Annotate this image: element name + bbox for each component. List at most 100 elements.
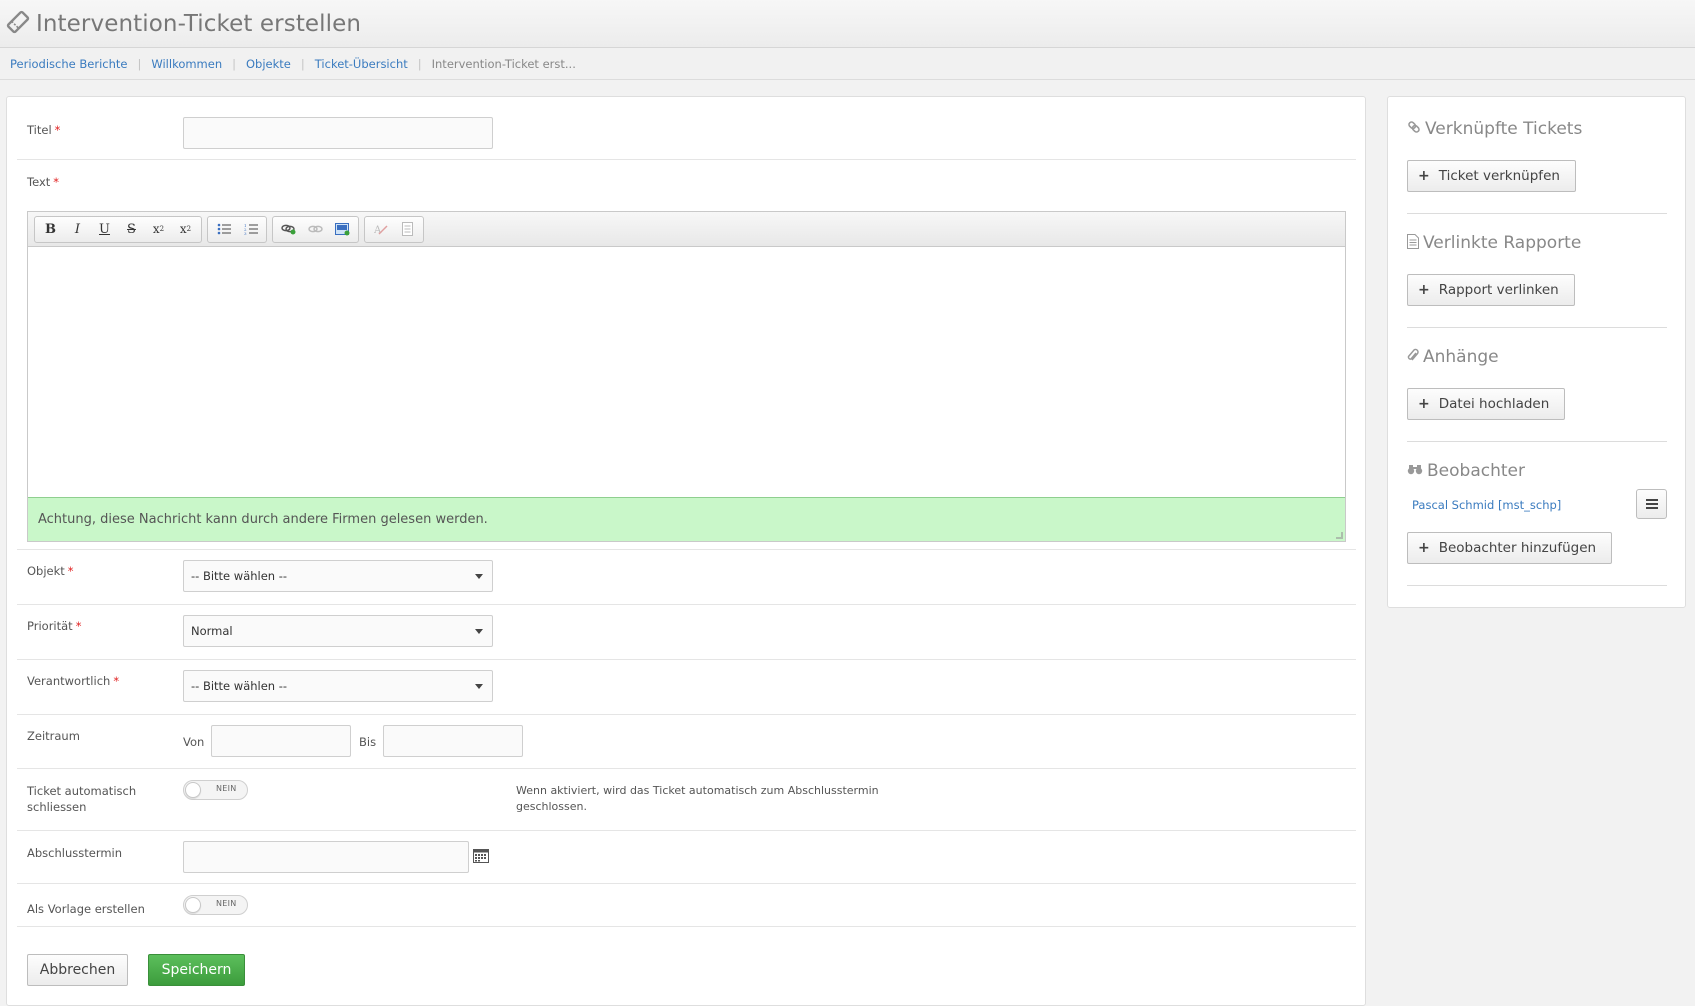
svg-text:3: 3: [244, 231, 247, 235]
binoculars-icon: [1407, 463, 1423, 479]
auto-close-row: Ticket automatisch schliessen NEIN Wenn a…: [17, 769, 1356, 831]
numbered-list-icon[interactable]: 123: [237, 218, 264, 241]
calendar-icon[interactable]: [473, 848, 489, 866]
cancel-button[interactable]: Abbrechen: [27, 954, 128, 986]
linked-reports-title: Verlinkte Rapporte: [1407, 231, 1667, 255]
add-observer-button[interactable]: + Beobachter hinzufügen: [1407, 532, 1613, 564]
toggle-knob: [185, 782, 201, 798]
section-divider: [1407, 327, 1667, 328]
toolbar-group-insert: [272, 215, 359, 243]
object-select-value: -- Bitte wählen --: [191, 569, 288, 583]
upload-file-button[interactable]: + Datei hochladen: [1407, 388, 1566, 420]
priority-select[interactable]: Normal: [183, 615, 493, 647]
hamburger-icon: [1645, 499, 1658, 509]
responsible-label: Verantwortlich *: [27, 674, 120, 688]
svg-text:A: A: [374, 225, 382, 235]
priority-row: Priorität * Normal: [17, 605, 1356, 660]
ticket-sidebar: Verknüpfte Tickets + Ticket verknüpfen Ve…: [1387, 96, 1686, 608]
observers-title: Beobachter: [1407, 459, 1667, 483]
underline-icon[interactable]: U: [91, 218, 118, 241]
remove-link-icon[interactable]: [302, 218, 329, 241]
toolbar-group-clean: A: [364, 215, 424, 243]
object-label: Objekt *: [27, 564, 74, 578]
section-divider: [1407, 585, 1667, 586]
responsible-select[interactable]: -- Bitte wählen --: [183, 670, 493, 702]
section-divider: [1407, 213, 1667, 214]
priority-label: Priorität *: [27, 619, 82, 633]
link-report-button[interactable]: + Rapport verlinken: [1407, 274, 1575, 306]
auto-close-toggle[interactable]: NEIN: [183, 780, 248, 800]
document-icon: [1407, 233, 1419, 253]
title-label: Titel *: [27, 123, 61, 137]
observers-section: Beobachter Pascal Schmid [mst_schp] + Beo…: [1407, 459, 1667, 586]
object-select[interactable]: -- Bitte wählen --: [183, 560, 493, 592]
paste-text-icon[interactable]: [394, 218, 421, 241]
breadcrumb-item-objekte[interactable]: Objekte: [246, 57, 291, 71]
breadcrumb-item-ticket-uebersicht[interactable]: Ticket-Übersicht: [315, 57, 408, 71]
bulleted-list-icon[interactable]: [210, 218, 237, 241]
observer-link[interactable]: Pascal Schmid [mst_schp]: [1412, 498, 1561, 512]
superscript-icon[interactable]: x2: [172, 218, 199, 241]
page-header: Intervention-Ticket erstellen: [0, 0, 1695, 48]
italic-icon[interactable]: I: [64, 218, 91, 241]
plus-icon: +: [1418, 168, 1430, 184]
breadcrumb-separator: |: [232, 56, 236, 71]
strikethrough-icon[interactable]: S: [118, 218, 145, 241]
editor-content-area[interactable]: [28, 247, 1345, 497]
linked-reports-title-text: Verlinkte Rapporte: [1423, 233, 1582, 253]
period-from-label: Von: [183, 735, 205, 749]
closing-date-label: Abschlusstermin: [27, 846, 123, 860]
period-row: Zeitraum Von Bis: [17, 715, 1356, 769]
link-ticket-button-label: Ticket verknüpfen: [1438, 168, 1560, 184]
plus-icon: +: [1418, 396, 1430, 412]
paperclip-icon: [1407, 348, 1419, 367]
auto-close-help-text: Wenn aktiviert, wird das Ticket automati…: [516, 784, 879, 813]
breadcrumb-item-periodische-berichte[interactable]: Periodische Berichte: [10, 57, 127, 71]
insert-link-icon[interactable]: [275, 218, 302, 241]
remove-format-icon[interactable]: A: [367, 218, 394, 241]
closing-date-row: Abschlusstermin: [17, 831, 1356, 884]
notice-text: Achtung, diese Nachricht kann durch ande…: [38, 512, 488, 527]
toggle-state-text: NEIN: [216, 899, 237, 908]
chevron-down-icon: [475, 684, 483, 689]
attachments-section: Anhänge + Datei hochladen: [1407, 345, 1667, 442]
template-label: Als Vorlage erstellen: [27, 902, 145, 916]
rich-text-editor: B I U S x2 x2 123 A Achtung, diese Nachr…: [27, 211, 1346, 542]
insert-image-icon[interactable]: [329, 218, 356, 241]
attachments-title-text: Anhänge: [1423, 347, 1499, 367]
breadcrumb-separator: |: [417, 56, 422, 71]
page-title: Intervention-Ticket erstellen: [36, 10, 362, 37]
linked-reports-section: Verlinkte Rapporte + Rapport verlinken: [1407, 231, 1667, 328]
template-toggle[interactable]: NEIN: [183, 895, 248, 915]
link-icon: [1407, 120, 1421, 138]
link-report-button-label: Rapport verlinken: [1438, 282, 1559, 298]
ticket-icon: [6, 10, 30, 37]
linked-tickets-title-text: Verknüpfte Tickets: [1425, 119, 1583, 139]
toolbar-group-lists: 123: [207, 215, 267, 243]
toggle-state-text: NEIN: [216, 784, 237, 793]
breadcrumb-item-willkommen[interactable]: Willkommen: [151, 57, 222, 71]
object-row: Objekt * -- Bitte wählen --: [17, 550, 1356, 605]
closing-date-input[interactable]: [183, 841, 469, 873]
period-to-label: Bis: [359, 735, 377, 749]
resize-handle-icon[interactable]: [1336, 532, 1343, 539]
breadcrumb: Periodische Berichte | Willkommen | Obje…: [0, 48, 1695, 80]
link-ticket-button[interactable]: + Ticket verknüpfen: [1407, 160, 1576, 192]
breadcrumb-separator: |: [137, 56, 142, 71]
linked-tickets-section: Verknüpfte Tickets + Ticket verknüpfen: [1407, 117, 1667, 214]
title-input[interactable]: [183, 117, 493, 149]
responsible-select-value: -- Bitte wählen --: [191, 679, 288, 693]
chevron-down-icon: [475, 629, 483, 634]
text-label: Text *: [27, 175, 60, 189]
ticket-form-panel: Titel * Text * B I U S x2 x2 123 A Achtu…: [6, 96, 1366, 1006]
editor-visibility-notice: Achtung, diese Nachricht kann durch ande…: [28, 497, 1345, 541]
attachments-title: Anhänge: [1407, 345, 1667, 369]
bold-icon[interactable]: B: [37, 218, 64, 241]
observer-menu-button[interactable]: [1636, 489, 1667, 519]
toggle-knob: [185, 897, 201, 913]
title-row: Titel *: [17, 97, 1356, 160]
subscript-icon[interactable]: x2: [145, 218, 172, 241]
save-button[interactable]: Speichern: [148, 954, 245, 986]
period-to-input[interactable]: [383, 725, 523, 757]
period-from-input[interactable]: [211, 725, 351, 757]
